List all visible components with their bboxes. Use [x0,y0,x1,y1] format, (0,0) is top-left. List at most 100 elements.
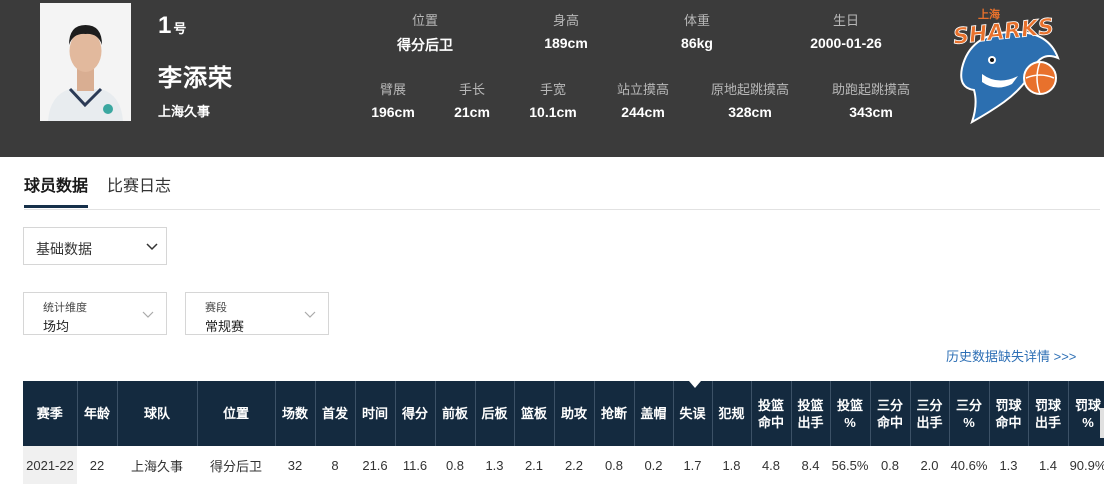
column-header-label: % [1082,414,1094,430]
player-team: 上海久事 [158,104,211,119]
column-header-label: 时间 [361,406,388,421]
column-header[interactable]: 得分 [395,381,436,446]
column-header-label: 赛季 [36,406,63,421]
column-header[interactable]: 投篮% [830,381,871,446]
table-header-row: 赛季 年龄 球队 位置 场数 首发 时间 得分 前板 后板 篮板 助攻 抢断 盖帽 失误 犯规 投篮 命中 投篮 出手… [23,381,1104,446]
attr-position: 位置 得分后卫 [370,10,480,55]
table-cell: 2021-22 [23,446,77,484]
column-header[interactable]: 助攻 [554,381,595,446]
table-cell: 1.4 [1038,457,1058,473]
column-header-label: 篮板 [520,406,547,421]
attr-running-vertical: 助跑起跳摸高 343cm [816,79,926,120]
column-header-label: 罚球 [995,397,1022,413]
column-header[interactable]: 罚球 命中 [989,381,1029,446]
logo-city-text: 上海 [978,7,1000,21]
attr-height: 身高 189cm [511,10,621,51]
column-header[interactable]: 球队 [117,381,198,446]
column-header[interactable]: 年龄 [77,381,118,446]
table-cell: 8.4 [801,457,820,473]
attr-label: 位置 [411,13,438,28]
column-header-label: 三分 [876,397,903,413]
attr-birthday: 生日 2000-01-26 [791,10,901,51]
attr-label: 生日 [832,13,859,28]
column-header-label: 投篮 [797,397,824,413]
column-header[interactable]: 三分 命中 [870,381,911,446]
player-name: 李添荣 [158,65,233,92]
column-header[interactable]: 三分 出手 [910,381,950,446]
column-header[interactable]: 罚球 出手 [1028,381,1069,446]
column-header[interactable]: 抢断 [594,381,635,446]
column-header[interactable]: 场数 [275,381,316,446]
tab-game-log[interactable]: 比赛日志 [107,172,171,208]
table-cell: 1.3 [999,457,1018,473]
stat-dimension-select[interactable]: 统计维度 场均 [23,292,167,335]
attr-value: 2000-01-26 [810,35,882,51]
table-cell: 上海久事 [130,458,183,474]
column-header[interactable]: 首发 [315,381,356,446]
column-header-label: 首发 [321,406,348,421]
history-data-link[interactable]: 历史数据缺失详情 >>> [946,346,1076,365]
data-type-select[interactable]: 基础数据 [23,227,167,265]
stat-dimension-label: 统计维度 [43,302,87,314]
chevron-down-icon [142,311,154,318]
table-cell: 0.8 [445,457,465,473]
column-header[interactable]: 投篮 命中 [751,381,792,446]
column-header-label: 得分 [401,406,428,421]
player-photo [40,3,131,121]
column-header[interactable]: 失误 [673,381,713,446]
column-header-label: 盖帽 [640,406,667,421]
chevron-down-icon [146,243,158,251]
column-header-label: 罚球 [1074,397,1101,413]
column-header-label: 年龄 [83,406,110,421]
attr-standing-vertical: 原地起跳摸高 328cm [695,79,805,120]
attr-label: 原地起跳摸高 [710,82,789,97]
column-header[interactable]: 时间 [355,381,396,446]
stat-dimension-value: 场均 [43,319,70,334]
chevron-down-icon [304,311,316,318]
table-cell: 4.8 [761,457,781,473]
attr-label: 体重 [683,13,710,28]
column-header[interactable]: 罚球% [1068,381,1104,446]
column-header[interactable]: 盖帽 [634,381,674,446]
column-header-label: 投篮 [836,397,863,413]
column-header-label: 罚球 [1034,397,1061,413]
table-cell: 2.1 [524,457,544,473]
column-header-label: 位置 [222,406,249,421]
tab-divider [24,209,1100,210]
table-cell: 2.0 [920,457,939,473]
column-header[interactable]: 犯规 [712,381,752,446]
column-header-label: 助攻 [560,406,587,421]
column-header[interactable]: 投篮 出手 [791,381,831,446]
column-header-label: 出手 [916,414,943,430]
column-header[interactable]: 后板 [475,381,515,446]
player-header: 1号 李添荣 上海久事 位置 得分后卫 身高 189cm 体重 86kg 生日 … [0,0,1104,157]
table-cell: 21.6 [362,457,388,473]
table-cell: 56.5% [831,457,869,473]
column-header-label: 命中 [757,414,784,430]
column-header-label: 球队 [143,406,170,421]
table-cell: 1.3 [485,457,504,473]
table-cell: 0.2 [644,457,663,473]
table-cell: 0.8 [880,457,900,473]
season-stage-select[interactable]: 赛段 常规赛 [185,292,329,335]
column-header-label: % [963,414,975,430]
table-cell: 40.6% [950,457,988,473]
column-header[interactable]: 前板 [435,381,476,446]
column-header[interactable]: 位置 [197,381,276,446]
table-cell: 得分后卫 [209,458,262,474]
column-header[interactable]: 赛季 [23,381,78,446]
column-header[interactable]: 篮板 [514,381,555,446]
attr-value: 189cm [544,35,588,51]
jersey-number: 1号 [158,12,186,40]
column-header[interactable]: 三分% [949,381,990,446]
attr-value: 343cm [849,104,893,120]
tab-player-stats[interactable]: 球员数据 [24,172,89,208]
attr-standing-reach: 站立摸高 244cm [588,79,698,120]
column-header-label: 命中 [876,414,903,430]
season-stage-label: 赛段 [205,302,227,314]
attr-label: 站立摸高 [616,82,669,97]
scrollbar[interactable] [1100,408,1104,438]
column-header-label: 抢断 [600,406,627,421]
attr-value: 244cm [621,104,665,120]
attr-value: 86kg [681,35,713,51]
